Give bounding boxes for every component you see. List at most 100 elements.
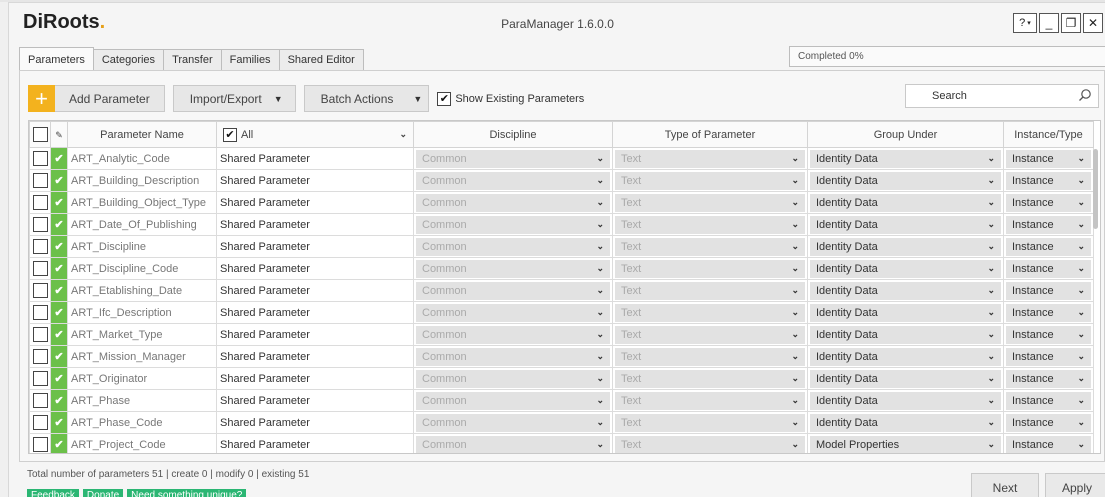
instance-cell[interactable]: Instance ⌄	[1003, 213, 1094, 236]
row-select-cell[interactable]	[29, 433, 51, 453]
discipline-cell[interactable]: Common ⌄	[413, 323, 613, 346]
instance-select[interactable]: Instance ⌄	[1006, 237, 1091, 256]
tab-transfer[interactable]: Transfer	[163, 49, 222, 70]
discipline-cell[interactable]: Common ⌄	[413, 345, 613, 368]
group-select[interactable]: Identity Data ⌄	[810, 413, 1001, 432]
next-button[interactable]: Next	[971, 473, 1039, 497]
table-row[interactable]: ✔ ART_Originator Shared Parameter Common…	[29, 367, 1094, 390]
type-select[interactable]: Text ⌄	[615, 259, 805, 278]
group-select[interactable]: Model Properties ⌄	[810, 435, 1001, 453]
discipline-cell[interactable]: Common ⌄	[413, 433, 613, 453]
instance-cell[interactable]: Instance ⌄	[1003, 411, 1094, 434]
row-select-cell[interactable]	[29, 301, 51, 324]
parameter-name-cell[interactable]: ART_Market_Type	[67, 323, 217, 346]
need-something-unique-button[interactable]: Need something unique?	[127, 489, 247, 497]
tab-shared-editor[interactable]: Shared Editor	[278, 49, 364, 70]
discipline-select[interactable]: Common ⌄	[416, 171, 610, 190]
feedback-button[interactable]: Feedback	[27, 489, 79, 497]
group-select[interactable]: Identity Data ⌄	[810, 193, 1001, 212]
group-cell[interactable]: Model Properties ⌄	[807, 433, 1004, 453]
discipline-select[interactable]: Common ⌄	[416, 325, 610, 344]
group-select[interactable]: Identity Data ⌄	[810, 303, 1001, 322]
group-cell[interactable]: Identity Data ⌄	[807, 191, 1004, 214]
select-all-checkbox[interactable]	[32, 127, 48, 142]
parameter-name-cell[interactable]: ART_Phase	[67, 389, 217, 412]
discipline-cell[interactable]: Common ⌄	[413, 279, 613, 302]
row-checkbox[interactable]	[32, 415, 48, 430]
discipline-select[interactable]: Common ⌄	[416, 259, 610, 278]
table-row[interactable]: ✔ ART_Ifc_Description Shared Parameter C…	[29, 301, 1094, 324]
type-cell[interactable]: Text ⌄	[612, 169, 808, 192]
instance-select[interactable]: Instance ⌄	[1006, 149, 1091, 168]
parameter-name-cell[interactable]: ART_Etablishing_Date	[67, 279, 217, 302]
parameter-name-cell[interactable]: ART_Ifc_Description	[67, 301, 217, 324]
group-cell[interactable]: Identity Data ⌄	[807, 323, 1004, 346]
row-checkbox[interactable]	[32, 283, 48, 298]
discipline-select[interactable]: Common ⌄	[416, 413, 610, 432]
parameter-name-cell[interactable]: ART_Date_Of_Publishing	[67, 213, 217, 236]
instance-select[interactable]: Instance ⌄	[1006, 413, 1091, 432]
discipline-cell[interactable]: Common ⌄	[413, 235, 613, 258]
row-checkbox[interactable]	[32, 239, 48, 254]
col-discipline[interactable]: Discipline	[413, 121, 613, 148]
row-checkbox[interactable]	[32, 195, 48, 210]
filter-all-checkbox[interactable]: ✔	[223, 127, 237, 142]
tab-parameters[interactable]: Parameters	[19, 47, 94, 70]
group-select[interactable]: Identity Data ⌄	[810, 149, 1001, 168]
group-cell[interactable]: Identity Data ⌄	[807, 411, 1004, 434]
row-select-cell[interactable]	[29, 191, 51, 214]
type-cell[interactable]: Text ⌄	[612, 367, 808, 390]
row-select-cell[interactable]	[29, 411, 51, 434]
row-checkbox[interactable]	[32, 305, 48, 320]
type-select[interactable]: Text ⌄	[615, 171, 805, 190]
help-button[interactable]: ? ▾	[1013, 13, 1037, 33]
instance-cell[interactable]: Instance ⌄	[1003, 433, 1094, 453]
instance-select[interactable]: Instance ⌄	[1006, 193, 1091, 212]
row-checkbox[interactable]	[32, 349, 48, 364]
row-select-cell[interactable]	[29, 257, 51, 280]
instance-cell[interactable]: Instance ⌄	[1003, 191, 1094, 214]
instance-cell[interactable]: Instance ⌄	[1003, 279, 1094, 302]
group-cell[interactable]: Identity Data ⌄	[807, 345, 1004, 368]
group-cell[interactable]: Identity Data ⌄	[807, 169, 1004, 192]
group-select[interactable]: Identity Data ⌄	[810, 281, 1001, 300]
donate-button[interactable]: Donate	[82, 489, 124, 497]
parameter-name-cell[interactable]: ART_Building_Description	[67, 169, 217, 192]
type-cell[interactable]: Text ⌄	[612, 235, 808, 258]
instance-cell[interactable]: Instance ⌄	[1003, 147, 1094, 170]
type-cell[interactable]: Text ⌄	[612, 433, 808, 453]
apply-button[interactable]: Apply	[1045, 473, 1105, 497]
tab-categories[interactable]: Categories	[92, 49, 165, 70]
table-row[interactable]: ✔ ART_Discipline Shared Parameter Common…	[29, 235, 1094, 258]
row-select-cell[interactable]	[29, 235, 51, 258]
table-row[interactable]: ✔ ART_Building_Description Shared Parame…	[29, 169, 1094, 192]
group-cell[interactable]: Identity Data ⌄	[807, 147, 1004, 170]
discipline-select[interactable]: Common ⌄	[416, 303, 610, 322]
parameter-name-cell[interactable]: ART_Building_Object_Type	[67, 191, 217, 214]
row-checkbox[interactable]	[32, 217, 48, 232]
row-select-cell[interactable]	[29, 345, 51, 368]
discipline-cell[interactable]: Common ⌄	[413, 367, 613, 390]
instance-cell[interactable]: Instance ⌄	[1003, 235, 1094, 258]
discipline-cell[interactable]: Common ⌄	[413, 147, 613, 170]
table-row[interactable]: ✔ ART_Etablishing_Date Shared Parameter …	[29, 279, 1094, 302]
group-select[interactable]: Identity Data ⌄	[810, 171, 1001, 190]
instance-cell[interactable]: Instance ⌄	[1003, 301, 1094, 324]
select-all-header[interactable]	[29, 121, 51, 148]
col-filter[interactable]: ✔ All ⌄	[216, 121, 414, 148]
instance-select[interactable]: Instance ⌄	[1006, 171, 1091, 190]
type-cell[interactable]: Text ⌄	[612, 323, 808, 346]
type-cell[interactable]: Text ⌄	[612, 213, 808, 236]
instance-cell[interactable]: Instance ⌄	[1003, 389, 1094, 412]
type-select[interactable]: Text ⌄	[615, 149, 805, 168]
close-button[interactable]: ✕	[1083, 13, 1103, 33]
type-cell[interactable]: Text ⌄	[612, 345, 808, 368]
row-select-cell[interactable]	[29, 147, 51, 170]
instance-select[interactable]: Instance ⌄	[1006, 347, 1091, 366]
row-select-cell[interactable]	[29, 213, 51, 236]
type-select[interactable]: Text ⌄	[615, 435, 805, 453]
discipline-cell[interactable]: Common ⌄	[413, 213, 613, 236]
instance-select[interactable]: Instance ⌄	[1006, 215, 1091, 234]
group-select[interactable]: Identity Data ⌄	[810, 259, 1001, 278]
instance-select[interactable]: Instance ⌄	[1006, 325, 1091, 344]
